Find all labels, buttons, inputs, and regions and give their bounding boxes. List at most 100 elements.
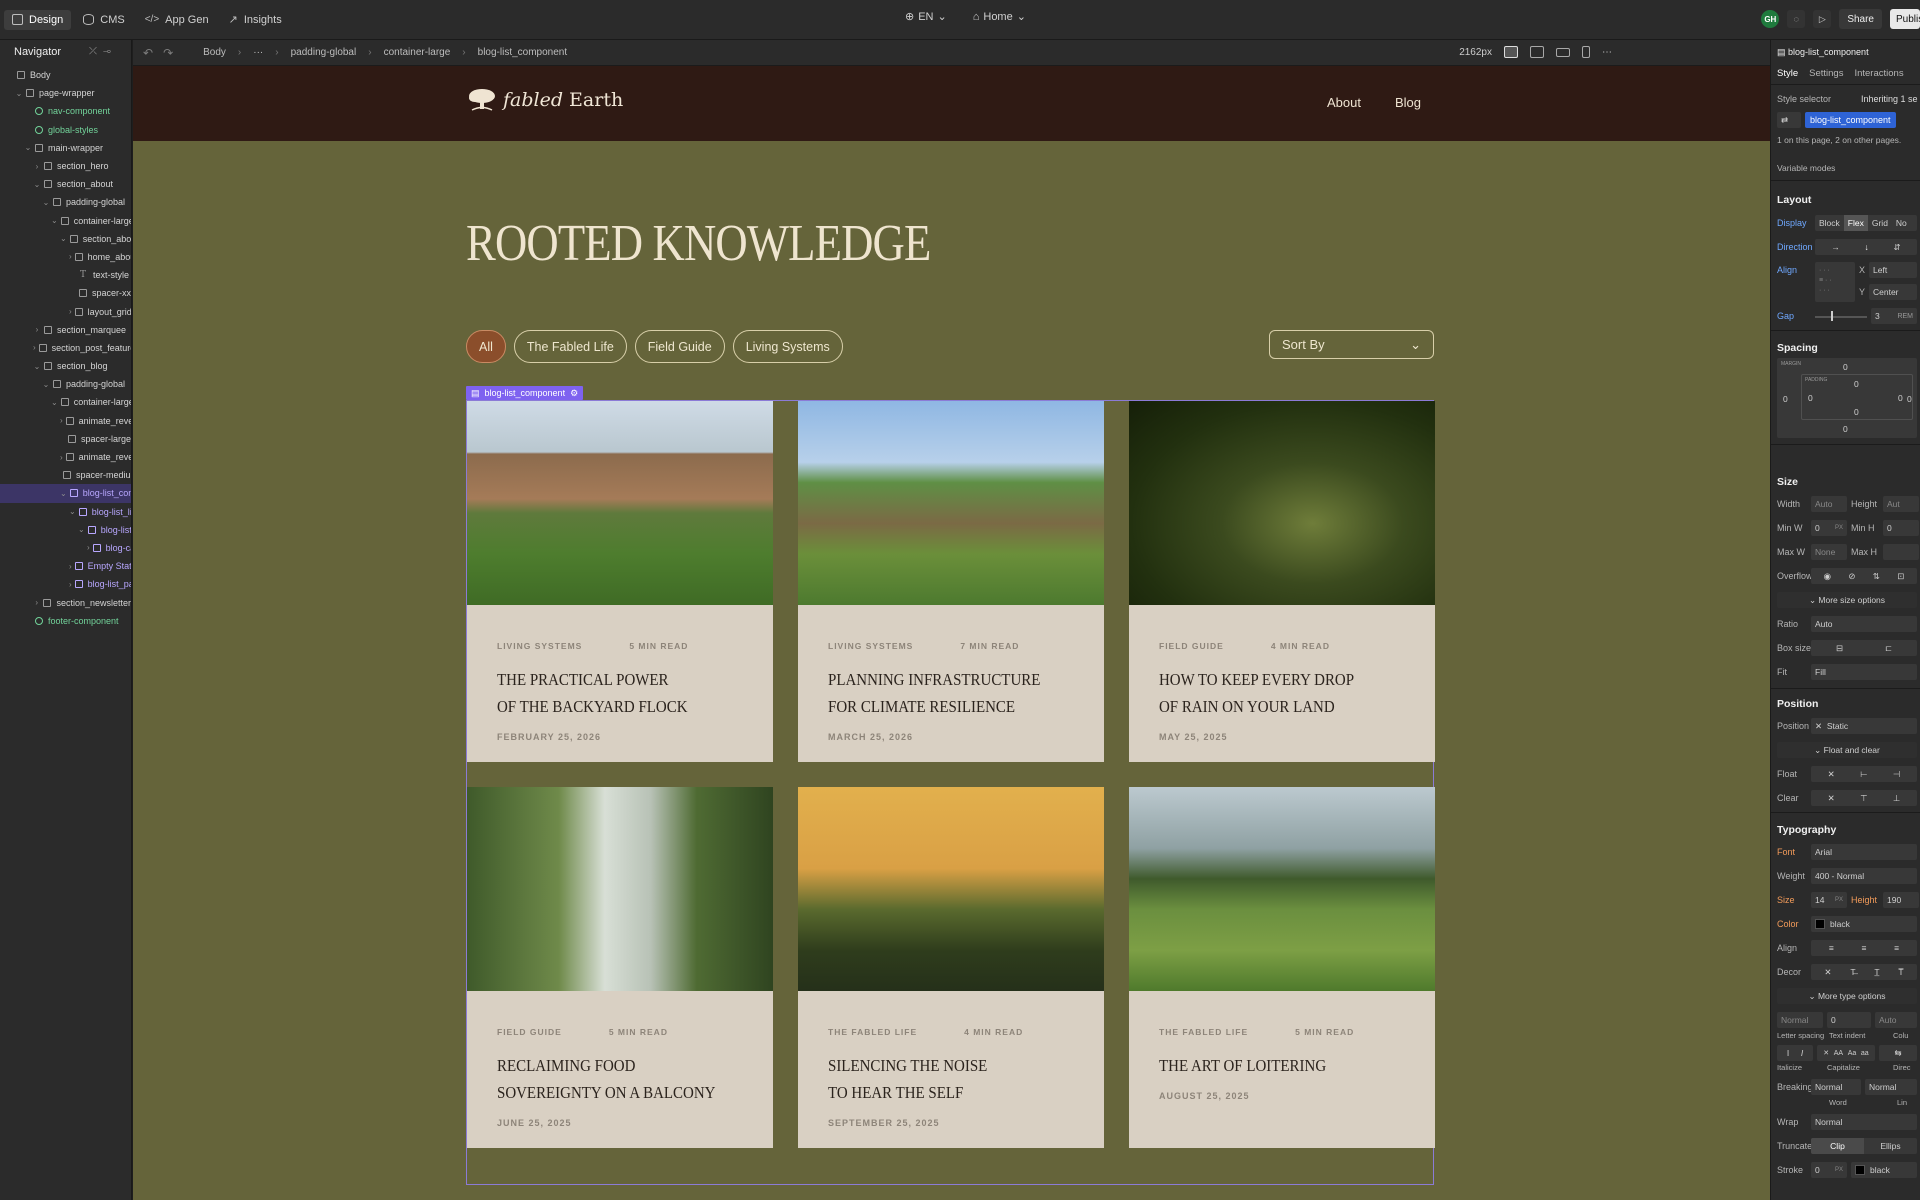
chevron-right-icon[interactable]: › (33, 162, 41, 171)
none-icon[interactable]: ✕ (1824, 967, 1831, 978)
max-width-input[interactable]: None (1811, 544, 1847, 560)
comments-icon[interactable]: ◌ (1787, 10, 1806, 28)
cms-tab[interactable]: CMS (75, 10, 132, 30)
align-x-select[interactable]: Left (1869, 262, 1917, 278)
min-height-input[interactable]: 0 (1883, 520, 1919, 536)
tab-settings[interactable]: Settings (1809, 68, 1843, 79)
chevron-down-icon[interactable]: ⌄ (51, 398, 58, 407)
capitalize-icon[interactable]: Aa (1848, 1050, 1857, 1057)
clear-left-icon[interactable]: ⊤ (1860, 793, 1867, 804)
chevron-down-icon[interactable]: ⌄ (42, 198, 50, 207)
display-none[interactable]: No (1892, 218, 1911, 228)
card-title[interactable]: THE ART OF LOITERING (1159, 1052, 1414, 1079)
chevron-down-icon[interactable]: ⌄ (78, 525, 85, 534)
nav-node-section-hero[interactable]: › section_hero (0, 157, 131, 175)
sort-dropdown[interactable]: Sort By ⌄ (1269, 330, 1434, 359)
chevron-right-icon[interactable]: › (33, 598, 40, 607)
wrap-select[interactable]: Normal (1811, 1114, 1917, 1130)
color-input[interactable]: black (1811, 916, 1917, 932)
wrap-icon[interactable]: ⇵ (1894, 242, 1901, 253)
card-title[interactable]: RECLAIMING FOOD SOVEREIGNTY ON A BALCONY (497, 1052, 752, 1106)
nav-node-section-marquee[interactable]: › section_marquee (0, 321, 131, 339)
padding-right[interactable]: 0 (1898, 393, 1903, 403)
nav-node-global-styles[interactable]: global-styles (0, 121, 131, 139)
nav-node-animate-reveal[interactable]: › animate_reveal (0, 448, 131, 466)
nav-node-container-large[interactable]: ⌄ container-large (0, 212, 131, 230)
filter-all[interactable]: All (466, 330, 506, 363)
max-height-input[interactable] (1883, 544, 1919, 560)
chevron-down-icon[interactable]: ⌄ (51, 216, 58, 225)
margin-top[interactable]: 0 (1843, 362, 1848, 372)
chevron-right-icon[interactable]: › (69, 307, 72, 316)
nav-node-spacer-large[interactable]: spacer-large (0, 430, 131, 448)
nav-node-section-blog[interactable]: ⌄ section_blog (0, 357, 131, 375)
border-box-icon[interactable]: ⊟ (1836, 643, 1843, 654)
clear-right-icon[interactable]: ⊥ (1893, 793, 1900, 804)
ltr-icon[interactable]: ⇆ (1894, 1048, 1901, 1059)
margin-right[interactable]: 0 (1907, 394, 1912, 404)
eye-off-icon[interactable]: ⊘ (1848, 571, 1855, 582)
breakpoint-width[interactable]: 2162px (1459, 47, 1492, 58)
filter-living-systems[interactable]: Living Systems (732, 330, 843, 363)
chevron-right-icon[interactable]: › (33, 325, 41, 334)
nav-node-page-wrapper[interactable]: ⌄ page-wrapper (0, 84, 131, 102)
nav-node-section-post-featured[interactable]: › section_post_featured (0, 339, 131, 357)
display-block[interactable]: Block (1815, 218, 1844, 228)
chevron-down-icon[interactable]: ⌄ (33, 362, 41, 371)
tab-style[interactable]: Style (1777, 68, 1798, 79)
nav-link-blog[interactable]: Blog (1395, 95, 1421, 110)
normal-style-icon[interactable]: I (1787, 1048, 1789, 1058)
gap-slider-handle[interactable] (1831, 311, 1833, 321)
design-canvas[interactable]: fabled Earth About Blog ROOTED KNOWLEDGE… (133, 66, 1770, 1200)
tablet-breakpoint-icon[interactable] (1530, 46, 1544, 58)
scroll-icon[interactable]: ⇅ (1873, 571, 1880, 582)
pin-icon[interactable]: ⊸ (103, 46, 117, 57)
nav-node-padding-global[interactable]: ⌄ padding-global (0, 193, 131, 211)
undo-icon[interactable]: ↶ (143, 46, 163, 60)
nav-node-blog-list-list[interactable]: ⌄ blog-list_list (0, 503, 131, 521)
nav-node-section-about[interactable]: ⌄ section_about (0, 175, 131, 193)
clear-toggle[interactable]: ✕ ⊤ ⊥ (1811, 790, 1917, 806)
chevron-down-icon[interactable]: ⌄ (60, 234, 67, 243)
nav-node-main-wrapper[interactable]: ⌄ main-wrapper (0, 139, 131, 157)
uppercase-icon[interactable]: AA (1834, 1050, 1843, 1057)
min-width-input[interactable]: 0 PX (1811, 520, 1847, 536)
nav-node-empty-state[interactable]: › Empty State (0, 557, 131, 575)
nav-node-spacer-medium[interactable]: spacer-medium (0, 466, 131, 484)
nav-node-home-about[interactable]: › home_about (0, 248, 131, 266)
collapse-icon[interactable]: ⤫ (89, 46, 103, 57)
chevron-down-icon[interactable]: ⌄ (60, 489, 67, 498)
align-right-icon[interactable]: ≡ (1894, 943, 1899, 953)
align-y-select[interactable]: Center (1869, 284, 1917, 300)
chevron-down-icon[interactable]: ⌄ (33, 180, 41, 189)
direction-rtl-toggle[interactable]: ⇆ (1879, 1045, 1917, 1061)
selector-icon[interactable]: ⇄ (1777, 112, 1801, 128)
app-gen-tab[interactable]: </> App Gen (137, 10, 217, 30)
mobile-breakpoint-icon[interactable] (1582, 46, 1590, 58)
nav-node-footer-component[interactable]: footer-component (0, 612, 131, 630)
nav-node-layout-grid[interactable]: › layout_grid (0, 302, 131, 320)
breadcrumb-item[interactable]: Body (203, 47, 226, 58)
filter-fabled-life[interactable]: The Fabled Life (513, 330, 627, 363)
fit-select[interactable]: Fill (1811, 664, 1917, 680)
letter-spacing-input[interactable]: Normal (1777, 1012, 1823, 1028)
word-break-select[interactable]: Normal (1811, 1079, 1861, 1095)
gear-icon[interactable]: ⚙ (570, 388, 578, 399)
desktop-breakpoint-icon[interactable] (1504, 46, 1518, 58)
more-size-options[interactable]: ⌄ More size options (1777, 592, 1917, 608)
chevron-right-icon[interactable]: › (60, 453, 63, 462)
none-icon[interactable]: ✕ (1823, 1049, 1829, 1057)
card-title[interactable]: PLANNING INFRASTRUCTURE FOR CLIMATE RESIL… (828, 666, 1083, 720)
truncate-clip[interactable]: Clip (1811, 1138, 1864, 1154)
nav-node-body[interactable]: Body (0, 66, 131, 84)
line-break-select[interactable]: Normal (1865, 1079, 1917, 1095)
position-select[interactable]: ✕ Static (1811, 718, 1917, 734)
font-select[interactable]: Arial (1811, 844, 1917, 860)
blog-card[interactable]: THE FABLED LIFE 5 MIN READ THE ART OF LOIT… (1129, 787, 1435, 1148)
nav-node-padding-global[interactable]: ⌄ padding-global (0, 375, 131, 393)
height-input[interactable]: Aut (1883, 496, 1919, 512)
italic-toggle[interactable]: II (1777, 1045, 1813, 1061)
stroke-color-input[interactable]: black (1851, 1162, 1917, 1178)
truncate-ellipsis[interactable]: Ellips (1864, 1141, 1917, 1151)
padding-left[interactable]: 0 (1808, 393, 1813, 403)
